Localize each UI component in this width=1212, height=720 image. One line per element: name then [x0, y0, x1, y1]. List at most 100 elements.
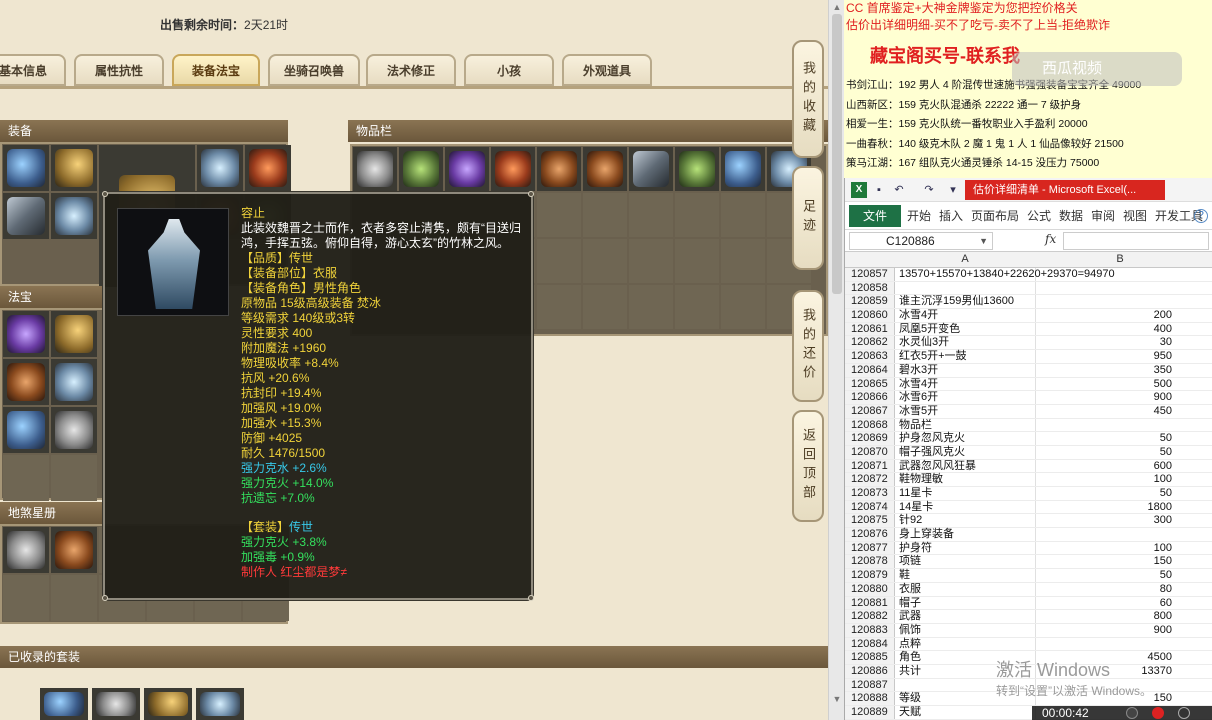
- inventory-slot[interactable]: [353, 147, 397, 191]
- cell-a[interactable]: 14星卡: [899, 501, 933, 515]
- row-number[interactable]: 120870: [845, 445, 895, 459]
- tab-view[interactable]: 视图: [1123, 202, 1147, 230]
- row-number[interactable]: 120880: [845, 582, 895, 596]
- spreadsheet-row[interactable]: 120861 凤凰5开变色 400: [845, 322, 1212, 337]
- set-slot[interactable]: [196, 688, 244, 720]
- spreadsheet-row[interactable]: 120875 针92 300: [845, 514, 1212, 529]
- row-number[interactable]: 120888: [845, 692, 895, 705]
- set-slot[interactable]: [92, 688, 140, 720]
- redo-icon[interactable]: ↷: [921, 182, 937, 198]
- scroll-down-icon[interactable]: ▼: [831, 694, 843, 704]
- my-counteroffer-button[interactable]: 我的还价: [792, 290, 824, 402]
- scroll-up-icon[interactable]: ▲: [831, 2, 843, 12]
- inventory-slot-empty[interactable]: [675, 285, 719, 329]
- tab-insert[interactable]: 插入: [939, 202, 963, 230]
- equip-slot[interactable]: [245, 145, 291, 191]
- inventory-slot[interactable]: [445, 147, 489, 191]
- row-number[interactable]: 120867: [845, 404, 895, 418]
- cell-a[interactable]: 冰雪5开: [899, 405, 938, 419]
- equip-slot[interactable]: [3, 145, 49, 191]
- spreadsheet-row[interactable]: 120859 谁主沉浮159男仙13600: [845, 295, 1212, 310]
- fabao-slot-empty[interactable]: [3, 455, 49, 501]
- spreadsheet-row[interactable]: 120868 物品栏: [845, 418, 1212, 433]
- tab-mounts-pets[interactable]: 坐骑召唤兽: [268, 54, 360, 86]
- cell-a[interactable]: 谁主沉浮159男仙13600: [899, 295, 1014, 309]
- cell-a[interactable]: 碧水3开: [899, 364, 938, 378]
- cell-a[interactable]: 冰雪6开: [899, 391, 938, 405]
- cell-b[interactable]: 600: [1154, 460, 1172, 474]
- spreadsheet-row[interactable]: 120876 身上穿装备: [845, 528, 1212, 542]
- inventory-slot[interactable]: [583, 147, 627, 191]
- cell-b[interactable]: 800: [1154, 610, 1172, 624]
- inventory-slot[interactable]: [675, 147, 719, 191]
- inventory-slot-empty[interactable]: [537, 239, 581, 283]
- cell-b[interactable]: 80: [1160, 583, 1172, 597]
- row-number[interactable]: 120874: [845, 500, 895, 514]
- cell-b[interactable]: 500: [1154, 378, 1172, 392]
- spreadsheet-row[interactable]: 120874 14星卡 1800: [845, 500, 1212, 515]
- customize-icon[interactable]: ▾: [945, 182, 961, 198]
- row-number[interactable]: 120872: [845, 473, 895, 486]
- footprint-button[interactable]: 足迹: [792, 166, 824, 270]
- row-number[interactable]: 120875: [845, 514, 895, 528]
- equip-slot[interactable]: [51, 145, 97, 191]
- inventory-slot-empty[interactable]: [583, 285, 627, 329]
- spreadsheet-grid[interactable]: 120857 13570+15570+13840+22620+29370=9497…: [845, 268, 1212, 720]
- star-card-slot[interactable]: [3, 527, 49, 573]
- cell-a[interactable]: 天赋: [899, 706, 921, 720]
- row-number[interactable]: 120871: [845, 459, 895, 473]
- cell-a[interactable]: 点粹: [899, 638, 921, 652]
- equip-slot[interactable]: [197, 145, 243, 191]
- tab-data[interactable]: 数据: [1059, 202, 1083, 230]
- spreadsheet-row[interactable]: 120881 帽子 60: [845, 596, 1212, 611]
- inventory-slot-empty[interactable]: [629, 285, 673, 329]
- row-number[interactable]: 120876: [845, 528, 895, 541]
- cell-b[interactable]: 950: [1154, 350, 1172, 364]
- cell-b[interactable]: 30: [1160, 336, 1172, 350]
- row-number[interactable]: 120878: [845, 555, 895, 569]
- cell-a[interactable]: 武器忽风风狂暴: [899, 460, 976, 474]
- cell-b[interactable]: 200: [1154, 309, 1172, 323]
- cell-b[interactable]: 400: [1154, 323, 1172, 337]
- cell-a[interactable]: 角色: [899, 651, 921, 665]
- spreadsheet-row[interactable]: 120870 帽子强风克火 50: [845, 445, 1212, 460]
- equip-slot[interactable]: [3, 193, 49, 239]
- tab-equipment[interactable]: 装备法宝: [172, 54, 260, 86]
- spreadsheet-row[interactable]: 120877 护身符 100: [845, 541, 1212, 556]
- fabao-slot[interactable]: [3, 359, 49, 405]
- cell-a[interactable]: 针92: [899, 514, 922, 528]
- cell-b[interactable]: 50: [1160, 446, 1172, 460]
- formula-input[interactable]: [1063, 232, 1209, 250]
- undo-icon[interactable]: ↶: [891, 182, 907, 198]
- back-to-top-button[interactable]: 返回顶部: [792, 410, 824, 522]
- cell-a[interactable]: 帽子强风克火: [899, 446, 965, 460]
- row-number[interactable]: 120884: [845, 637, 895, 651]
- inventory-slot[interactable]: [399, 147, 443, 191]
- cell-a[interactable]: 冰雪4开: [899, 309, 938, 323]
- row-number[interactable]: 120862: [845, 336, 895, 350]
- fabao-slot[interactable]: [51, 359, 97, 405]
- cell-a[interactable]: 水灵仙3开: [899, 336, 949, 350]
- cell-a[interactable]: 13570+15570+13840+22620+29370=94970: [899, 268, 1115, 282]
- row-number[interactable]: 120883: [845, 623, 895, 637]
- spreadsheet-row[interactable]: 120883 佩饰 900: [845, 623, 1212, 638]
- scroll-thumb[interactable]: [832, 14, 842, 294]
- tab-home[interactable]: 开始: [907, 202, 931, 230]
- inventory-slot-empty[interactable]: [721, 193, 765, 237]
- cell-b[interactable]: 900: [1154, 391, 1172, 405]
- spreadsheet-row[interactable]: 120858: [845, 281, 1212, 296]
- spreadsheet-row[interactable]: 120867 冰雪5开 450: [845, 404, 1212, 419]
- inventory-slot-empty[interactable]: [629, 193, 673, 237]
- inventory-slot-empty[interactable]: [721, 239, 765, 283]
- cell-b[interactable]: 60: [1160, 597, 1172, 611]
- cell-b[interactable]: 350: [1154, 364, 1172, 378]
- spreadsheet-row[interactable]: 120866 冰雪6开 900: [845, 391, 1212, 405]
- inventory-slot-empty[interactable]: [629, 239, 673, 283]
- cell-a[interactable]: 鞋: [899, 569, 910, 583]
- camera-icon[interactable]: [1178, 707, 1190, 719]
- inventory-slot-empty[interactable]: [583, 239, 627, 283]
- row-number[interactable]: 120889: [845, 706, 895, 719]
- row-number[interactable]: 120858: [845, 281, 895, 295]
- row-number[interactable]: 120886: [845, 664, 895, 678]
- cell-a[interactable]: 项链: [899, 555, 921, 569]
